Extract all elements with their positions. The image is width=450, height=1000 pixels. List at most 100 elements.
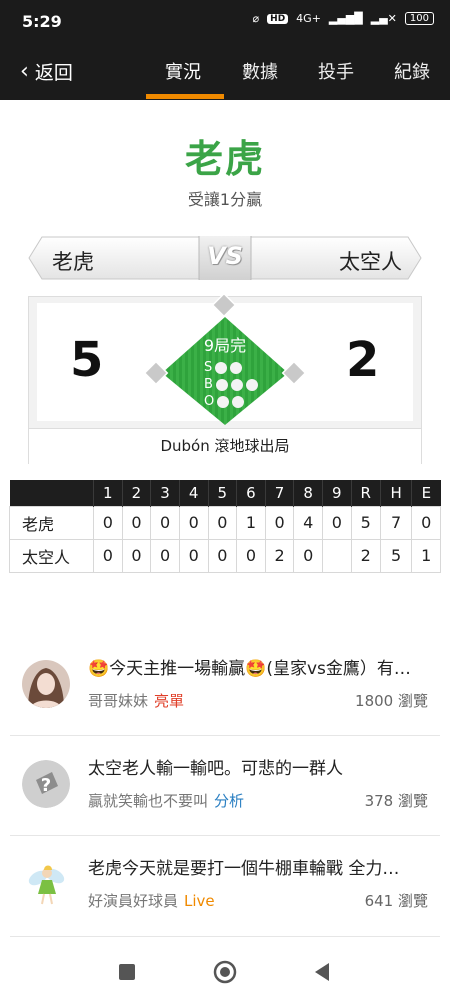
- score-cell: 0: [207, 538, 238, 573]
- away-score: 5: [70, 332, 104, 388]
- linescore-table: 1 2 3 4 5 6 7 8 9 R H E 老虎 0 0 0 0 0 1 0…: [9, 480, 441, 573]
- inning-status: 9局完: [203, 336, 247, 355]
- away-team-name: 老虎: [52, 250, 94, 274]
- score-cell: [322, 538, 352, 573]
- third-base-icon: [143, 360, 169, 386]
- post-tag: Live: [184, 892, 215, 910]
- post-author[interactable]: 哥哥妹妹: [88, 692, 148, 710]
- tab-stats[interactable]: 數據: [242, 58, 278, 84]
- first-base-icon: [281, 360, 307, 386]
- score-cell: 0: [293, 538, 323, 573]
- score-cell: 5: [350, 505, 381, 540]
- out-count: O: [204, 394, 245, 409]
- chevron-left-icon: ‹: [20, 58, 29, 84]
- table-row: 太空人 0 0 0 0 0 0 2 0 2 5 1: [9, 538, 441, 573]
- col-header: R: [350, 480, 381, 506]
- linescore-header: 1 2 3 4 5 6 7 8 9 R H E: [9, 480, 441, 506]
- score-cell: 0: [150, 538, 180, 573]
- count-dot: [215, 361, 228, 374]
- post-views: 378 瀏覽: [364, 792, 428, 810]
- post-author-line: 好演員好球員 Live: [88, 890, 215, 911]
- strike-count: S: [204, 360, 243, 375]
- col-header: 8: [293, 480, 323, 506]
- score-cell: 0: [93, 505, 123, 540]
- avatar: ?: [22, 760, 70, 808]
- post-title[interactable]: 🤩今天主推一場輸贏🤩(皇家vs金鷹）有…: [88, 654, 432, 679]
- tab-records[interactable]: 紀錄: [394, 58, 430, 84]
- post-author[interactable]: 好演員好球員: [88, 892, 178, 910]
- score-cell: 0: [264, 505, 295, 540]
- system-nav-icons: [119, 960, 329, 984]
- score-cell: 2: [350, 538, 381, 573]
- last-play-text: Dubón 滾地球出局: [29, 428, 421, 464]
- vs-label: VS: [207, 242, 243, 270]
- col-header: 5: [207, 480, 237, 506]
- team-header: [9, 480, 94, 506]
- post-views: 1800 瀏覽: [355, 692, 428, 710]
- col-header: 4: [178, 480, 208, 506]
- post-views: 641 瀏覽: [364, 892, 428, 910]
- col-header: 9: [322, 480, 352, 506]
- home-team-name: 太空人: [339, 250, 402, 274]
- status-bar: 5:29 ⌀ HD 4G+ ▂▄▆█ ▂▄✕ 100: [0, 0, 450, 44]
- winner-team: 老虎: [184, 137, 265, 181]
- divider: [10, 936, 440, 937]
- ball-label: B: [204, 377, 213, 392]
- count-dot: [232, 395, 245, 408]
- status-icons: ⌀ HD 4G+ ▂▄▆█ ▂▄✕ 100: [253, 12, 434, 25]
- col-header: 7: [264, 480, 294, 506]
- table-row: 老虎 0 0 0 0 0 1 0 4 0 5 7 0: [9, 505, 441, 540]
- post-title[interactable]: 太空老人輸一輸吧。可悲的一群人: [88, 754, 432, 779]
- count-dot: [245, 378, 258, 391]
- recent-apps-icon[interactable]: [119, 964, 135, 980]
- count-dot: [230, 361, 243, 374]
- score-cell: 0: [150, 505, 180, 540]
- score-cell: 0: [178, 538, 209, 573]
- back-button[interactable]: ‹ 返回: [20, 58, 73, 85]
- score-cell: 0: [411, 505, 441, 540]
- score-cell: 0: [178, 505, 209, 540]
- svg-text:?: ?: [41, 775, 51, 796]
- network-label: 4G+: [296, 12, 321, 25]
- post-item[interactable]: ? 太空老人輸一輸吧。可悲的一群人 贏就笑輸也不要叫 分析 378 瀏覽: [0, 736, 450, 836]
- col-header: 6: [236, 480, 266, 506]
- post-item[interactable]: 老虎今天就是要打一個牛棚車輪戰 全力… 好演員好球員 Live 641 瀏覽: [0, 836, 450, 936]
- score-cell: 0: [207, 505, 238, 540]
- team-cell: 老虎: [9, 505, 94, 540]
- back-nav-icon[interactable]: [315, 963, 329, 981]
- score-cell: 0: [121, 505, 152, 540]
- score-cell: 5: [379, 538, 413, 573]
- col-header: 1: [93, 480, 123, 506]
- second-base-icon: [211, 295, 237, 318]
- post-author-line: 哥哥妹妹 亮單: [88, 690, 184, 711]
- signal-off-icon: ▂▄✕: [370, 12, 397, 25]
- back-label: 返回: [34, 62, 73, 84]
- col-header: 2: [121, 480, 151, 506]
- col-header: 3: [150, 480, 180, 506]
- post-author-line: 贏就笑輸也不要叫 分析: [88, 790, 244, 811]
- result-text: 受讓1分贏: [187, 190, 263, 209]
- score-cell: 0: [93, 538, 123, 573]
- active-tab-indicator: [146, 94, 224, 99]
- score-cell: 1: [411, 538, 441, 573]
- post-item[interactable]: 🤩今天主推一場輸贏🤩(皇家vs金鷹）有… 哥哥妹妹 亮單 1800 瀏覽: [0, 636, 450, 736]
- count-dot: [217, 395, 230, 408]
- count-dot: [215, 378, 228, 391]
- silent-icon: ⌀: [252, 12, 260, 25]
- volte-icon: HD: [267, 13, 289, 24]
- post-title[interactable]: 老虎今天就是要打一個牛棚車輪戰 全力…: [88, 854, 432, 879]
- score-cell: 0: [121, 538, 152, 573]
- strike-label: S: [204, 360, 213, 375]
- signal-icon: ▂▄▆█: [328, 12, 363, 25]
- score-cell: 0: [236, 538, 266, 573]
- home-score: 2: [346, 332, 380, 388]
- team-cell: 太空人: [9, 538, 94, 573]
- avatar: [22, 860, 70, 908]
- col-header: E: [411, 480, 441, 506]
- photo-avatar-icon: [22, 660, 70, 708]
- score-cell: 2: [264, 538, 295, 573]
- out-label: O: [204, 394, 215, 409]
- post-author[interactable]: 贏就笑輸也不要叫: [88, 792, 208, 810]
- tab-live[interactable]: 實況: [165, 58, 201, 84]
- tab-pitchers[interactable]: 投手: [318, 58, 354, 84]
